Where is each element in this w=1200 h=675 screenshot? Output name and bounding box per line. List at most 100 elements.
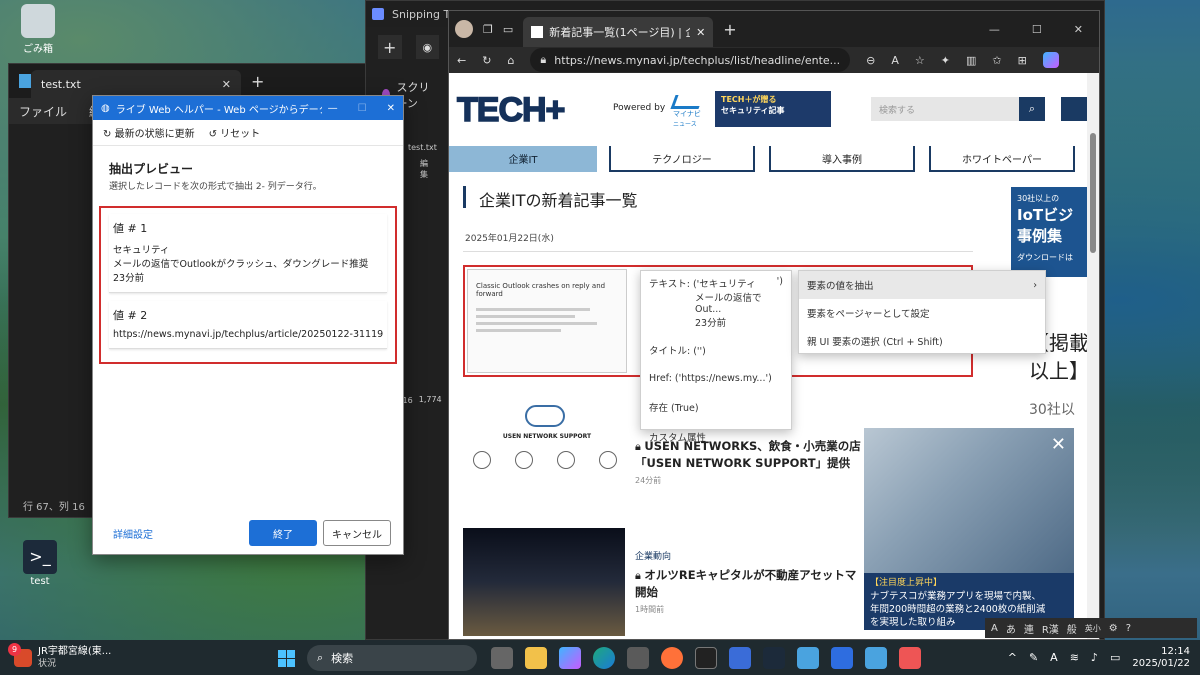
ime-settings-icon[interactable]: ⚙ bbox=[1109, 623, 1118, 634]
split-screen-icon[interactable]: ▥ bbox=[966, 54, 976, 67]
article-thumb-usen[interactable]: USEN NETWORK SUPPORT bbox=[463, 399, 625, 503]
volume-icon[interactable]: ♪ bbox=[1091, 651, 1098, 664]
helper-maximize-icon[interactable]: ☐ bbox=[358, 103, 367, 114]
new-tab-icon[interactable]: + bbox=[723, 20, 736, 39]
finish-button[interactable]: 終了 bbox=[249, 520, 317, 546]
back-icon[interactable]: ← bbox=[457, 54, 466, 67]
refresh-label: 最新の状態に更新 bbox=[114, 129, 195, 140]
notepad-taskbar-icon[interactable] bbox=[865, 646, 887, 669]
popup-exists-row[interactable]: 存在 (True) bbox=[641, 395, 791, 419]
file-explorer-icon[interactable] bbox=[525, 646, 547, 669]
article-thumb-outlook[interactable]: Classic Outlook crashes on reply and for… bbox=[467, 269, 627, 373]
notepad-tab[interactable]: test.txt ✕ bbox=[31, 70, 241, 98]
minimize-icon[interactable]: — bbox=[989, 23, 1000, 36]
site-search-icon[interactable]: ⌕ bbox=[1019, 97, 1045, 121]
article-category-2[interactable]: 企業動向 bbox=[635, 549, 671, 562]
popup-href-row[interactable]: Href: ('https://news.my...') bbox=[641, 368, 791, 389]
ime-help-icon[interactable]: ? bbox=[1126, 623, 1131, 634]
store-icon[interactable] bbox=[627, 646, 649, 669]
new-tab-icon[interactable]: + bbox=[251, 72, 264, 91]
clock[interactable]: 12:14 2025/01/22 bbox=[1132, 646, 1190, 670]
security-banner[interactable]: TECH＋が贈る セキュリティ記事 bbox=[715, 91, 831, 127]
ad-popup[interactable]: ✕ 【注目度上昇中】 ナブテスコが業務アプリを現場で内製、 年間200時間超の業… bbox=[864, 428, 1074, 630]
ime-item-1[interactable]: あ bbox=[1006, 621, 1016, 636]
terminal-taskbar-icon[interactable] bbox=[695, 646, 717, 669]
ime-item-0[interactable]: A bbox=[991, 623, 998, 634]
zoom-icon[interactable]: ⊖ bbox=[866, 54, 875, 67]
site-search-input[interactable]: 検索する bbox=[871, 97, 1019, 121]
nav-technology[interactable]: テクノロジー bbox=[609, 146, 755, 172]
article-thumb-building[interactable] bbox=[463, 528, 625, 636]
ime-item-3[interactable]: R漢 bbox=[1042, 621, 1059, 636]
close-tab-icon[interactable]: ✕ bbox=[222, 78, 231, 91]
read-aloud-icon[interactable]: A bbox=[891, 54, 899, 67]
close-tab-icon[interactable]: ✕ bbox=[696, 26, 705, 39]
wifi-icon[interactable]: ≋ bbox=[1070, 651, 1079, 664]
cancel-button[interactable]: キャンセル bbox=[323, 520, 391, 546]
article-2-title2[interactable]: 開始 bbox=[635, 584, 658, 600]
ime-item-5[interactable]: 英小 bbox=[1085, 623, 1101, 634]
site-menu-button[interactable] bbox=[1061, 97, 1089, 121]
battery-icon[interactable]: ▭ bbox=[1110, 651, 1120, 664]
menu-file[interactable]: ファイル bbox=[19, 103, 67, 120]
task-view-icon[interactable] bbox=[491, 646, 513, 669]
edge-taskbar-icon[interactable] bbox=[593, 646, 615, 669]
popup-title-row[interactable]: タイトル: ('') bbox=[641, 338, 791, 362]
menu-select-parent[interactable]: 親 UI 要素の選択 (Ctrl + Shift) bbox=[799, 327, 1045, 355]
close-window-icon[interactable]: ✕ bbox=[1074, 23, 1083, 36]
text-val1: ('セキュリティ bbox=[692, 279, 756, 290]
refresh-icon[interactable]: ↻ bbox=[482, 54, 491, 67]
menu-set-pager[interactable]: 要素をページャーとして設定 bbox=[799, 299, 1045, 327]
favorite-icon[interactable]: ☆ bbox=[915, 54, 925, 67]
camera-icon[interactable]: ◉ bbox=[415, 35, 439, 59]
photos-icon[interactable] bbox=[797, 646, 819, 669]
extensions-icon[interactable]: ✦ bbox=[941, 54, 950, 67]
terminal-shortcut[interactable]: >_ test bbox=[10, 540, 70, 587]
tray-chevron-icon[interactable]: ^ bbox=[1008, 651, 1017, 664]
nav-whitepapers[interactable]: ホワイトペーパー bbox=[929, 146, 1075, 172]
reset-button[interactable]: ↺ リセット bbox=[209, 125, 261, 140]
tech-logo[interactable]: TECH+ bbox=[456, 90, 566, 130]
powershell-taskbar-icon[interactable] bbox=[763, 646, 785, 669]
helper-close-icon[interactable]: ✕ bbox=[387, 103, 395, 114]
pen-icon[interactable]: ✎ bbox=[1029, 651, 1038, 664]
taskbar-search[interactable]: ⌕ 検索 bbox=[307, 644, 477, 671]
edge-active-tab[interactable]: 新着記事一覧(1ページ目) | 企業IT | ✕ bbox=[523, 17, 714, 47]
mynavi-logo[interactable]: マイナビ ニュース bbox=[670, 95, 705, 128]
popup-text-row[interactable]: テキスト: ('セキュリティ ') メールの返信でOut... 23分前 bbox=[641, 271, 791, 334]
copilot-icon[interactable] bbox=[1042, 52, 1059, 68]
snipping-taskbar-icon[interactable] bbox=[899, 646, 921, 669]
home-icon[interactable]: ⌂ bbox=[507, 54, 514, 67]
article-1-title2[interactable]: 「USEN NETWORK SUPPORT」提供 bbox=[635, 455, 850, 471]
workspaces-icon[interactable]: ❐ bbox=[483, 23, 493, 36]
maximize-icon[interactable]: ☐ bbox=[1032, 23, 1042, 36]
power-automate-icon[interactable] bbox=[831, 646, 853, 669]
ime-item-2[interactable]: 連 bbox=[1024, 621, 1034, 636]
popup-custom-row[interactable]: カスタム属性 bbox=[641, 425, 791, 449]
profile-avatar-icon[interactable] bbox=[455, 20, 473, 38]
favorites-bar-icon[interactable]: ✩ bbox=[992, 54, 1001, 67]
menu-extract-value[interactable]: 要素の値を抽出 › bbox=[799, 271, 1045, 299]
weather-widget[interactable]: 9 JR宇都宮線(東... 状況 bbox=[0, 642, 250, 670]
copilot-taskbar-icon[interactable] bbox=[559, 646, 581, 669]
nav-case-studies[interactable]: 導入事例 bbox=[769, 146, 915, 172]
collections-icon[interactable]: ⊞ bbox=[1018, 54, 1027, 67]
advanced-settings-link[interactable]: 詳細設定 bbox=[113, 526, 153, 541]
ime-item-4[interactable]: 般 bbox=[1067, 621, 1077, 636]
app-colorful-icon[interactable] bbox=[729, 646, 751, 669]
nav-enterprise-it[interactable]: 企業IT bbox=[449, 146, 597, 172]
start-button[interactable] bbox=[278, 648, 295, 667]
recycle-bin-shortcut[interactable]: ごみ箱 bbox=[8, 4, 68, 55]
address-bar[interactable]: 🔒︎ https://news.mynavi.jp/techplus/list/… bbox=[530, 48, 851, 72]
snipping-app-icon bbox=[372, 8, 384, 20]
article-title-2[interactable]: 🔒︎ オルツREキャピタルが不動産アセットマ bbox=[635, 567, 856, 583]
tab-actions-icon[interactable]: ▭ bbox=[503, 23, 513, 36]
page-scrollbar[interactable] bbox=[1087, 73, 1099, 639]
firefox-icon[interactable] bbox=[661, 646, 683, 669]
refresh-button[interactable]: ↻ 最新の状態に更新 bbox=[103, 125, 195, 140]
ad-close-icon[interactable]: ✕ bbox=[1051, 434, 1066, 455]
side-banner[interactable]: 30社以上の IoTビジ 事例集 ダウンロードは bbox=[1011, 187, 1089, 277]
new-snip-icon[interactable]: + bbox=[378, 35, 402, 59]
ime-mode[interactable]: A bbox=[1050, 651, 1058, 664]
helper-minimize-icon[interactable]: — bbox=[328, 103, 338, 114]
